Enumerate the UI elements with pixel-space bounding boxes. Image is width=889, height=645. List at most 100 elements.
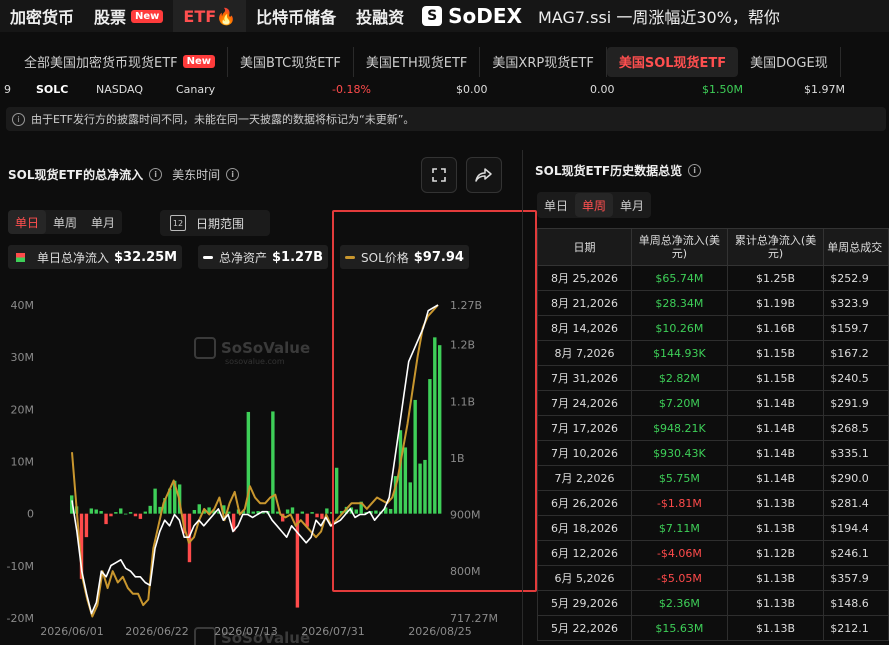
cell-cumulative-flow: $1.13B [726, 515, 825, 541]
inflow-bar[interactable] [99, 511, 103, 514]
chart-title: SOL现货ETF的总净流入 i 美东时间 i [8, 166, 245, 183]
table-row[interactable]: 7月 24,2026 $7.20M $1.14B $291.9 [537, 390, 889, 416]
inflow-bar[interactable] [84, 513, 89, 538]
share-button[interactable] [466, 157, 502, 193]
inflow-bar[interactable] [325, 508, 329, 514]
tab-all-etf[interactable]: 全部美国加密货币现货ETF New [0, 46, 229, 77]
inflow-bar[interactable] [192, 510, 197, 514]
info-icon: i [12, 112, 25, 126]
nav-stocks[interactable]: 股票 New [84, 0, 173, 32]
inflow-bar[interactable] [114, 512, 118, 514]
nav-crypto-label: 加密货币 [10, 8, 75, 27]
info-icon[interactable]: i [688, 164, 702, 177]
column-header[interactable]: 单周总净流入(美元) [630, 228, 728, 266]
cell-weekly-flow: $5.75M [630, 465, 728, 491]
cell-cumulative-flow: $1.13B [726, 615, 825, 641]
table-row[interactable]: 8月 25,2026 $65.74M $1.25B $252.9 [537, 265, 889, 291]
date-range-button[interactable]: 12 日期范围 [160, 210, 270, 236]
inflow-bar[interactable] [104, 513, 108, 525]
nav-fundraising[interactable]: 投融资 [346, 0, 414, 32]
cell-weekly-flow: $15.63M [630, 615, 728, 641]
table-row[interactable]: 8月 21,2026 $28.34M $1.19B $323.9 [537, 290, 889, 316]
history-tab-monthly[interactable]: 单月 [613, 193, 651, 217]
fullscreen-button[interactable] [421, 157, 457, 193]
table-row[interactable]: 5月 22,2026 $15.63M $1.13B $212.1 [537, 615, 889, 641]
cell-weekly-flow: -$1.81M [630, 490, 728, 516]
tab-weekly[interactable]: 单周 [46, 210, 84, 234]
inflow-bar[interactable] [295, 513, 300, 608]
inflow-bar[interactable] [285, 509, 290, 514]
inflow-bar[interactable] [310, 512, 314, 514]
inflow-bar[interactable] [143, 511, 147, 514]
x-tick-label: 2026/06/22 [125, 625, 188, 638]
inflow-bar[interactable] [89, 508, 94, 514]
table-row[interactable]: 8月 7,2026 $144.93K $1.15B $167.2 [537, 340, 889, 366]
cell-weekly-volume: $240.5 [823, 365, 889, 391]
inflow-bar[interactable] [153, 488, 157, 514]
inflow-bar[interactable] [138, 513, 143, 519]
inflow-bar[interactable] [94, 509, 98, 514]
table-row[interactable]: 7月 17,2026 $948.21K $1.14B $268.5 [537, 415, 889, 441]
table-row[interactable]: 6月 18,2026 $7.11M $1.13B $194.4 [537, 515, 889, 541]
inflow-bar[interactable] [197, 504, 201, 514]
cell-cumulative-flow: $1.14B [726, 390, 825, 416]
inflow-bar[interactable] [300, 511, 305, 514]
nav-btc-reserve[interactable]: 比特币储备 [246, 0, 346, 32]
info-icon[interactable]: i [149, 168, 163, 181]
column-header[interactable]: 累计总净流入(美元) [726, 228, 825, 266]
cell-date: 6月 12,2026 [537, 540, 632, 566]
tab-sol-etf[interactable]: 美国SOL现货ETF [606, 46, 739, 77]
tab-monthly[interactable]: 单月 [84, 210, 122, 234]
table-row[interactable]: 8月 14,2026 $10.26M $1.16B $159.7 [537, 315, 889, 341]
sodex-logo-icon: S [422, 6, 443, 26]
nav-etf[interactable]: ETF🔥 [173, 0, 247, 32]
inflow-bar[interactable] [109, 513, 113, 517]
left-tick-label: -10M [7, 560, 34, 573]
tab-doge-etf[interactable]: 美国DOGE现 [738, 46, 841, 77]
table-row[interactable]: 7月 2,2026 $5.75M $1.14B $290.0 [537, 465, 889, 491]
cell-weekly-volume: $357.9 [823, 565, 889, 591]
tab-xrp-etf[interactable]: 美国XRP现货ETF [480, 46, 607, 77]
column-header[interactable]: 日期 [537, 228, 632, 266]
inflow-bar[interactable] [290, 507, 295, 514]
cell-weekly-volume: $167.2 [823, 340, 889, 366]
info-icon[interactable]: i [226, 168, 240, 181]
table-row[interactable]: 7月 10,2026 $930.43K $1.14B $335.1 [537, 440, 889, 466]
legend-net-assets[interactable]: 总净资产 $1.27B [198, 245, 329, 269]
inflow-bar[interactable] [148, 505, 152, 514]
table-row[interactable]: 5月 29,2026 $2.36M $1.13B $148.6 [537, 590, 889, 616]
legend-value: $1.27B [272, 249, 324, 265]
inflow-bar[interactable] [119, 508, 123, 514]
inflow-bar[interactable] [133, 513, 138, 517]
inflow-bar[interactable] [315, 513, 319, 518]
right-tick-label: 717.27M [450, 612, 498, 625]
left-tick-label: -20M [7, 612, 34, 625]
table-row[interactable]: 6月 26,2026 -$1.81M $1.13B $281.4 [537, 490, 889, 516]
legend-net-inflow[interactable]: 单日总净流入 $32.25M [8, 245, 183, 269]
tab-btc-etf[interactable]: 美国BTC现货ETF [228, 46, 354, 77]
cell-date: 5月 22,2026 [537, 615, 632, 641]
table-row[interactable]: 9 SOLC NASDAQ Canary -0.18% $0.00 0.00 $… [0, 81, 889, 99]
nav-crypto[interactable]: 加密货币 [0, 0, 84, 32]
promo-ticker[interactable]: MAG7.ssi 一周涨幅近30%，帮你 [530, 4, 780, 28]
inflow-bar[interactable] [320, 513, 324, 519]
history-tab-weekly[interactable]: 单周 [575, 193, 614, 217]
table-row[interactable]: 7月 31,2026 $2.82M $1.15B $240.5 [537, 365, 889, 391]
cell-weekly-flow: -$4.06M [630, 540, 728, 566]
watermark-sub: sosovalue.com [225, 357, 285, 366]
tab-eth-etf[interactable]: 美国ETH现货ETF [354, 46, 481, 77]
inflow-bar[interactable] [128, 512, 133, 514]
table-row[interactable]: 6月 12,2026 -$4.06M $1.12B $246.1 [537, 540, 889, 566]
history-tab-daily[interactable]: 单日 [537, 193, 575, 217]
left-tick-label: 30M [11, 351, 35, 364]
table-row[interactable]: 6月 5,2026 -$5.05M $1.13B $357.9 [537, 565, 889, 591]
cell-weekly-volume: $291.9 [823, 390, 889, 416]
cell-weekly-volume: $268.5 [823, 415, 889, 441]
column-header[interactable]: 单周总成交 [823, 228, 889, 266]
inflow-bar[interactable] [271, 411, 275, 514]
inflow-bar[interactable] [123, 513, 128, 515]
inflow-bar[interactable] [251, 511, 255, 514]
sodex-banner[interactable]: S SoDEX [414, 0, 530, 32]
tab-daily[interactable]: 单日 [8, 210, 47, 234]
row-ticker[interactable]: SOLC [36, 83, 68, 96]
